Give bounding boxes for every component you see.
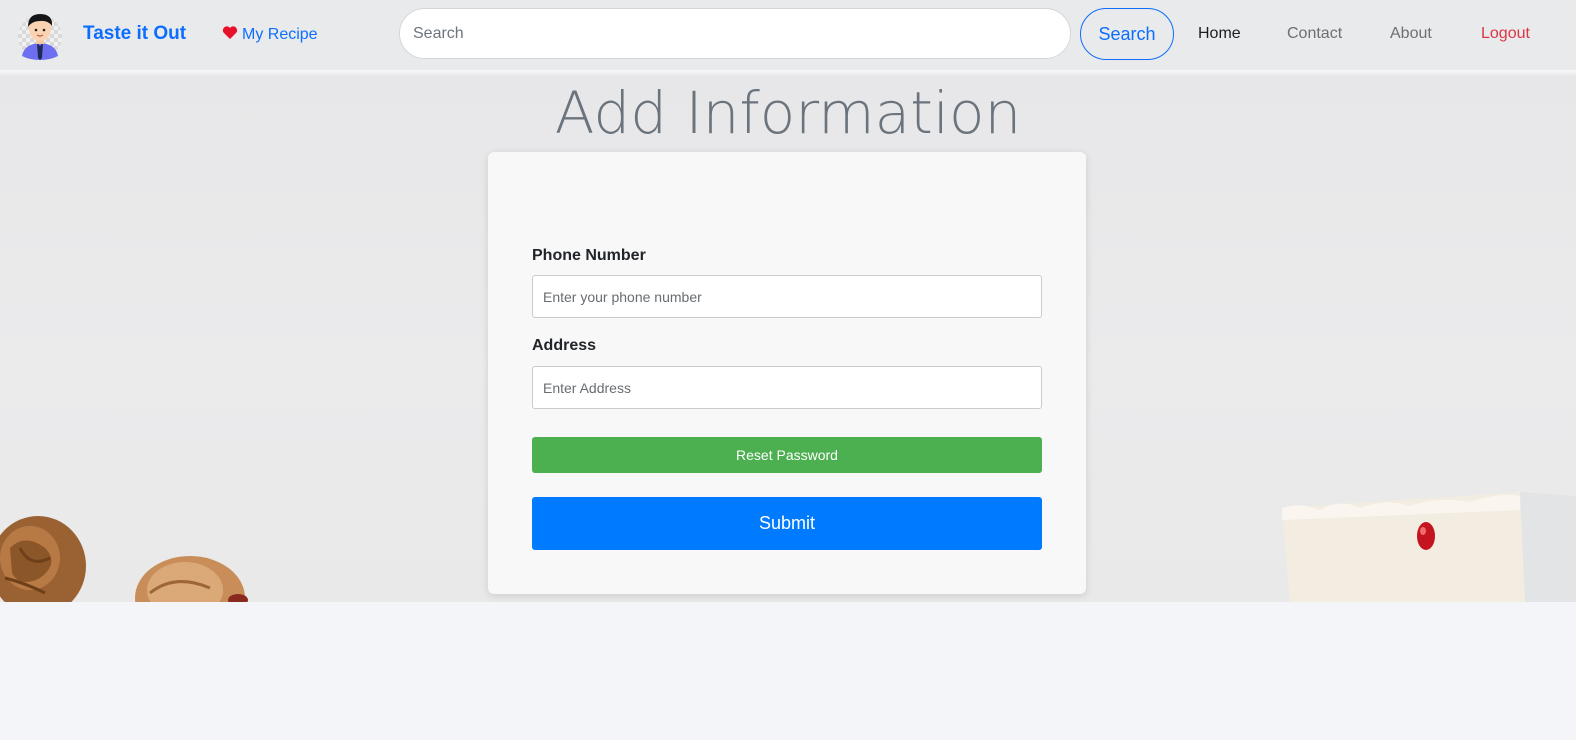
information-form-card: Phone Number Address Reset Password Subm… bbox=[488, 152, 1086, 594]
search-button[interactable]: Search bbox=[1080, 8, 1174, 60]
navbar: Taste it Out My Recipe Search Home Conta… bbox=[0, 0, 1576, 70]
nav-home-link[interactable]: Home bbox=[1198, 25, 1241, 43]
brand-name[interactable]: Taste it Out bbox=[83, 23, 186, 45]
nav-contact-link[interactable]: Contact bbox=[1287, 25, 1342, 43]
phone-number-input[interactable] bbox=[532, 275, 1042, 318]
user-avatar[interactable] bbox=[18, 10, 62, 60]
cake-decoration bbox=[1282, 492, 1576, 602]
my-recipe-link[interactable]: My Recipe bbox=[222, 25, 318, 44]
walnut-decoration bbox=[0, 516, 248, 602]
heart-icon bbox=[222, 26, 238, 39]
reset-password-button[interactable]: Reset Password bbox=[532, 437, 1042, 473]
submit-button[interactable]: Submit bbox=[532, 497, 1042, 550]
phone-number-label: Phone Number bbox=[532, 247, 646, 264]
navbar-divider bbox=[0, 70, 1576, 78]
my-recipe-label: My Recipe bbox=[242, 26, 318, 43]
page-title: Add Information bbox=[554, 79, 1022, 147]
address-label: Address bbox=[532, 337, 597, 354]
nav-about-link[interactable]: About bbox=[1390, 25, 1432, 43]
address-input[interactable] bbox=[532, 366, 1042, 409]
nav-logout-link[interactable]: Logout bbox=[1481, 25, 1530, 43]
search-input[interactable] bbox=[399, 8, 1071, 59]
